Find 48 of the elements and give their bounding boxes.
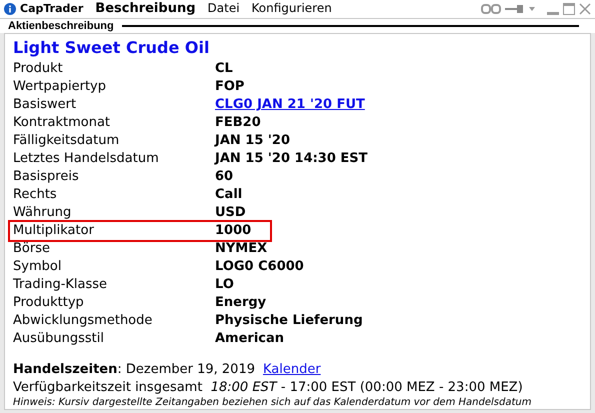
field-value: 60 [215, 168, 234, 186]
note-text: Hinweis: Kursiv dargestellte Zeitangaben beziehen sich auf das Kalenderdatum vor dem Handelsdatum [13, 397, 532, 409]
link-icon[interactable] [481, 4, 501, 14]
calendar-link[interactable]: Kalender [262, 361, 321, 379]
field-value: NYMEX [215, 240, 268, 258]
field-label: Trading-Klasse [13, 276, 108, 294]
field-value: JAN 15 '20 [215, 132, 290, 150]
field-label: Ausübungsstil [13, 330, 105, 348]
availability-text: Verfügbarkeitszeit insgesamt 18:00 EST - 17:00 EST (00:00 MEZ - 23:00 MEZ) [13, 379, 524, 397]
field-label: Letztes Handelsdatum [13, 150, 160, 168]
field-value: JAN 15 '20 14:30 EST [215, 150, 368, 168]
field-label: Basispreis [13, 168, 80, 186]
field-label: Wertpapiertyp [13, 78, 107, 96]
field-label: Produkt [13, 60, 64, 78]
field-value: USD [215, 204, 246, 222]
field-value: FOP [215, 78, 244, 96]
menu-item[interactable]: Datei [208, 0, 240, 19]
app-name: CapTrader [20, 0, 84, 17]
field-label: Basiswert [13, 96, 78, 114]
instrument-title: Light Sweet Crude Oil [13, 38, 210, 58]
caret-icon[interactable] [529, 7, 535, 11]
field-value: CL [215, 60, 233, 78]
info-icon [4, 3, 16, 15]
field-label: Rechts [13, 186, 58, 204]
trading-hours-date: Handelszeiten: Dezember 19, 2019 [13, 361, 255, 379]
section-title: Aktienbeschreibung [8, 18, 114, 34]
pin-icon[interactable] [505, 4, 525, 14]
menu-item[interactable]: Beschreibung [95, 0, 196, 19]
close-icon[interactable] [579, 3, 591, 15]
field-value: Energy [215, 294, 266, 312]
field-value: Call [215, 186, 242, 204]
field-value: 1000 [215, 222, 252, 240]
underlying-link[interactable]: CLG0 JAN 21 '20 FUT [215, 95, 365, 115]
field-label: Währung [13, 204, 72, 222]
field-value: American [215, 330, 284, 348]
field-value: LO [215, 276, 234, 294]
field-value: Physische Lieferung [215, 312, 363, 330]
maximize-icon[interactable] [563, 3, 575, 15]
field-label: Kontraktmonat [13, 114, 112, 132]
field-label: Symbol [13, 258, 62, 276]
field-label: Börse [13, 240, 51, 258]
menu-item[interactable]: Konfigurieren [252, 0, 332, 19]
field-label: Multiplikator [13, 222, 95, 240]
field-label: Fälligkeitsdatum [13, 132, 120, 150]
field-value: FEB20 [215, 114, 261, 132]
field-value: LOG0 C6000 [215, 258, 304, 276]
field-label: Abwicklungsmethode [13, 312, 154, 330]
field-label: Produkttyp [13, 294, 85, 312]
